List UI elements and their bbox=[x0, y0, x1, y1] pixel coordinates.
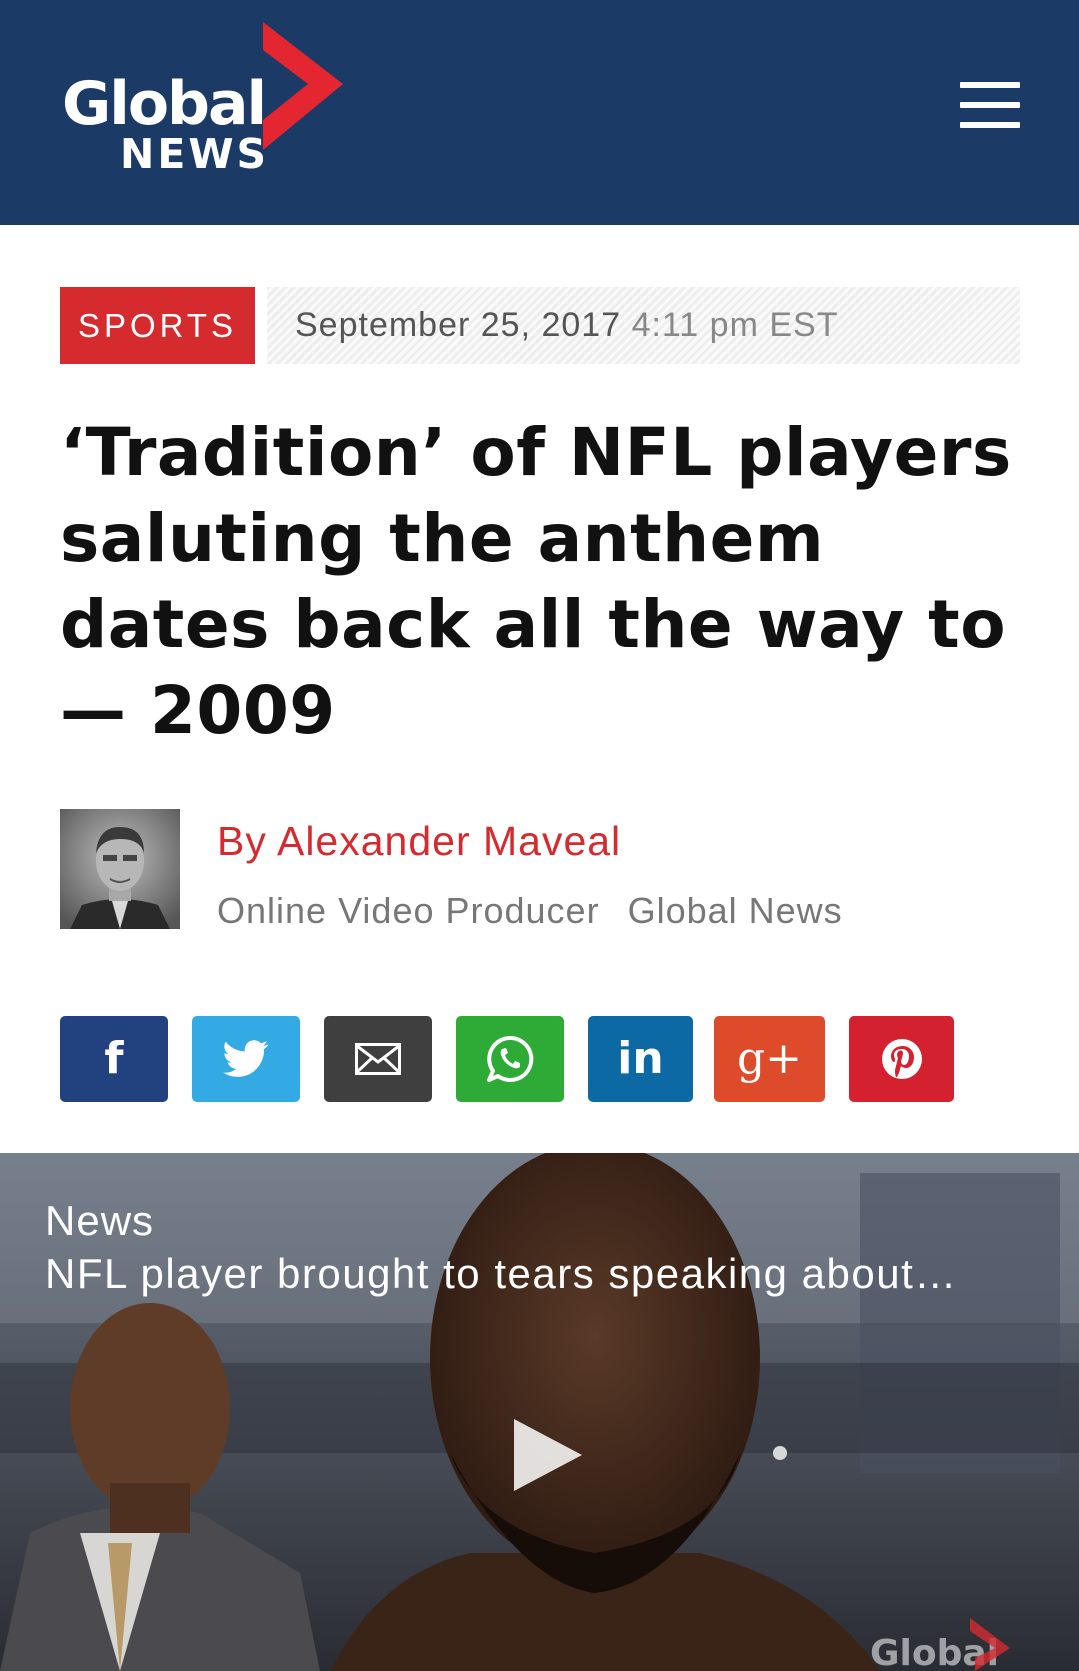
video-title[interactable]: NFL player brought to tears speaking abo… bbox=[45, 1250, 958, 1298]
global-news-logo[interactable]: Global NEWS bbox=[60, 22, 343, 182]
article-meta: SPORTS September 25, 2017 4:11 pm EST bbox=[60, 287, 1020, 364]
linkedin-icon: in bbox=[617, 1033, 664, 1084]
site-header: Global NEWS bbox=[0, 0, 1079, 225]
publish-time: 4:11 pm EST bbox=[631, 306, 839, 344]
share-whatsapp-button[interactable] bbox=[456, 1016, 564, 1102]
category-tag[interactable]: SPORTS bbox=[60, 287, 255, 364]
hamburger-menu-icon[interactable] bbox=[960, 82, 1020, 130]
share-facebook-button[interactable]: f bbox=[60, 1016, 168, 1102]
share-google-plus-button[interactable]: g+ bbox=[714, 1016, 825, 1102]
share-email-button[interactable] bbox=[324, 1016, 432, 1102]
logo-wordmark-news: NEWS bbox=[120, 130, 270, 178]
facebook-icon: f bbox=[104, 1033, 124, 1084]
article-headline: ‘Tradition’ of NFL players saluting the … bbox=[60, 414, 1012, 749]
share-twitter-button[interactable] bbox=[192, 1016, 300, 1102]
author-name-link[interactable]: By Alexander Maveal bbox=[217, 818, 621, 865]
whatsapp-icon bbox=[487, 1035, 534, 1082]
author-details: Online Video Producer Global News bbox=[217, 890, 843, 932]
share-linkedin-button[interactable]: in bbox=[588, 1016, 693, 1102]
pinterest-icon bbox=[881, 1039, 922, 1079]
share-pinterest-button[interactable] bbox=[849, 1016, 954, 1102]
author-organization: Global News bbox=[627, 890, 843, 931]
date-strip: September 25, 2017 4:11 pm EST bbox=[267, 287, 1020, 364]
email-icon bbox=[355, 1043, 401, 1075]
logo-wordmark-global: Global bbox=[62, 69, 267, 139]
video-thumbnail: Global bbox=[0, 1153, 1079, 1671]
play-icon[interactable] bbox=[510, 1415, 590, 1495]
google-plus-icon: g+ bbox=[736, 1033, 803, 1084]
author-role: Online Video Producer bbox=[217, 890, 600, 931]
publish-datetime: September 25, 2017 4:11 pm EST bbox=[295, 306, 838, 345]
twitter-icon bbox=[223, 1040, 269, 1077]
author-avatar[interactable] bbox=[60, 809, 180, 929]
video-player[interactable]: Global bbox=[0, 1153, 1079, 1671]
video-category: News bbox=[45, 1197, 155, 1244]
publish-date: September 25, 2017 bbox=[295, 306, 622, 344]
